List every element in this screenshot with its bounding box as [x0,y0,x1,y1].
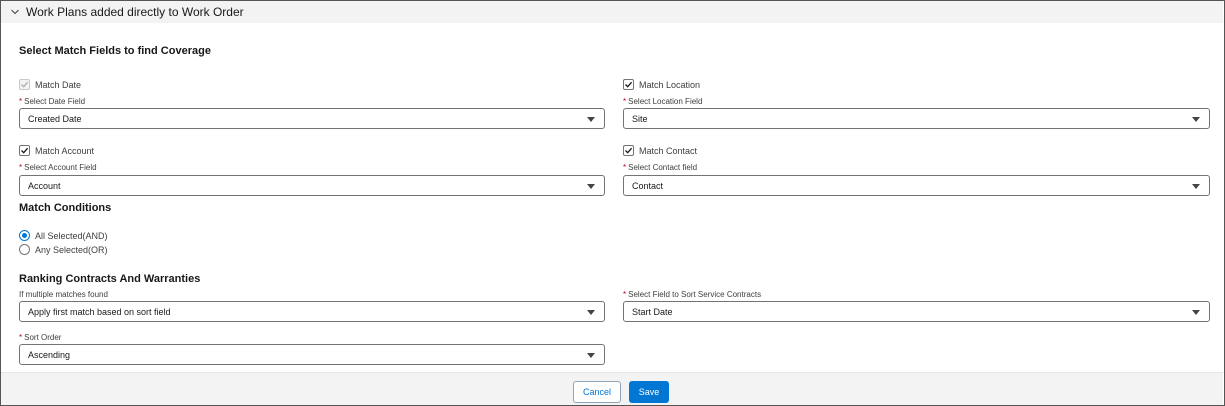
required-marker: * [19,333,23,342]
sort-order-value: Ascending [28,349,71,360]
match-contact-label: Match Contact [639,145,698,156]
chevron-down-icon [10,7,20,17]
match-date-label: Match Date [35,79,82,90]
checkbox-checked-icon [19,145,30,156]
match-account-label: Match Account [35,145,95,156]
sort-field-select[interactable]: Start Date [623,301,1210,322]
save-button[interactable]: Save [629,381,669,403]
radio-any-selected[interactable]: Any Selected(OR) [19,244,108,255]
sort-field-label: * Select Field to Sort Service Contracts [623,290,762,299]
section-title: Work Plans added directly to Work Order [26,5,244,19]
required-marker: * [19,97,23,106]
contact-field-label: * Select Contact field [623,163,698,172]
required-marker: * [623,163,627,172]
cancel-button[interactable]: Cancel [573,381,621,403]
match-date-checkbox[interactable]: Match Date [19,79,81,90]
location-field-label: * Select Location Field [623,97,703,106]
match-account-checkbox[interactable]: Match Account [19,145,94,156]
required-marker: * [623,290,627,299]
dropdown-caret-icon [1192,117,1200,122]
date-field-value: Created Date [28,113,82,124]
coverage-heading: Select Match Fields to find Coverage [19,45,211,57]
multiple-matches-value: Apply first match based on sort field [28,306,171,317]
radio-unselected-icon [19,244,30,255]
contact-field-value: Contact [632,180,664,191]
dropdown-caret-icon [587,117,595,122]
location-field-value: Site [632,113,648,124]
dropdown-caret-icon [1192,310,1200,315]
match-location-label: Match Location [639,79,701,90]
match-location-checkbox[interactable]: Match Location [623,79,700,90]
checkbox-checked-icon [19,79,30,90]
contact-field-select[interactable]: Contact [623,175,1210,196]
date-field-select[interactable]: Created Date [19,108,605,129]
dropdown-caret-icon [1192,184,1200,189]
checkbox-checked-icon [623,79,634,90]
radio-all-selected-label: All Selected(AND) [35,230,108,241]
multiple-matches-label: If multiple matches found [19,290,108,299]
required-marker: * [623,97,627,106]
dropdown-caret-icon [587,353,595,358]
radio-selected-icon [19,230,30,241]
account-field-value: Account [28,180,61,191]
sort-order-label: * Sort Order [19,333,62,342]
required-marker: * [19,163,23,172]
section-header[interactable]: Work Plans added directly to Work Order [1,1,1223,23]
sort-field-value: Start Date [632,306,673,317]
ranking-heading: Ranking Contracts And Warranties [19,273,201,285]
radio-all-selected[interactable]: All Selected(AND) [19,230,108,241]
match-conditions-heading: Match Conditions [19,202,112,214]
sort-order-select[interactable]: Ascending [19,344,605,365]
match-contact-checkbox[interactable]: Match Contact [623,145,697,156]
date-field-label: * Select Date Field [19,97,86,106]
multiple-matches-select[interactable]: Apply first match based on sort field [19,301,605,322]
account-field-label: * Select Account Field [19,163,97,172]
dropdown-caret-icon [587,310,595,315]
location-field-select[interactable]: Site [623,108,1210,129]
checkbox-checked-icon [623,145,634,156]
account-field-select[interactable]: Account [19,175,605,196]
dropdown-caret-icon [587,184,595,189]
radio-any-selected-label: Any Selected(OR) [35,244,108,255]
